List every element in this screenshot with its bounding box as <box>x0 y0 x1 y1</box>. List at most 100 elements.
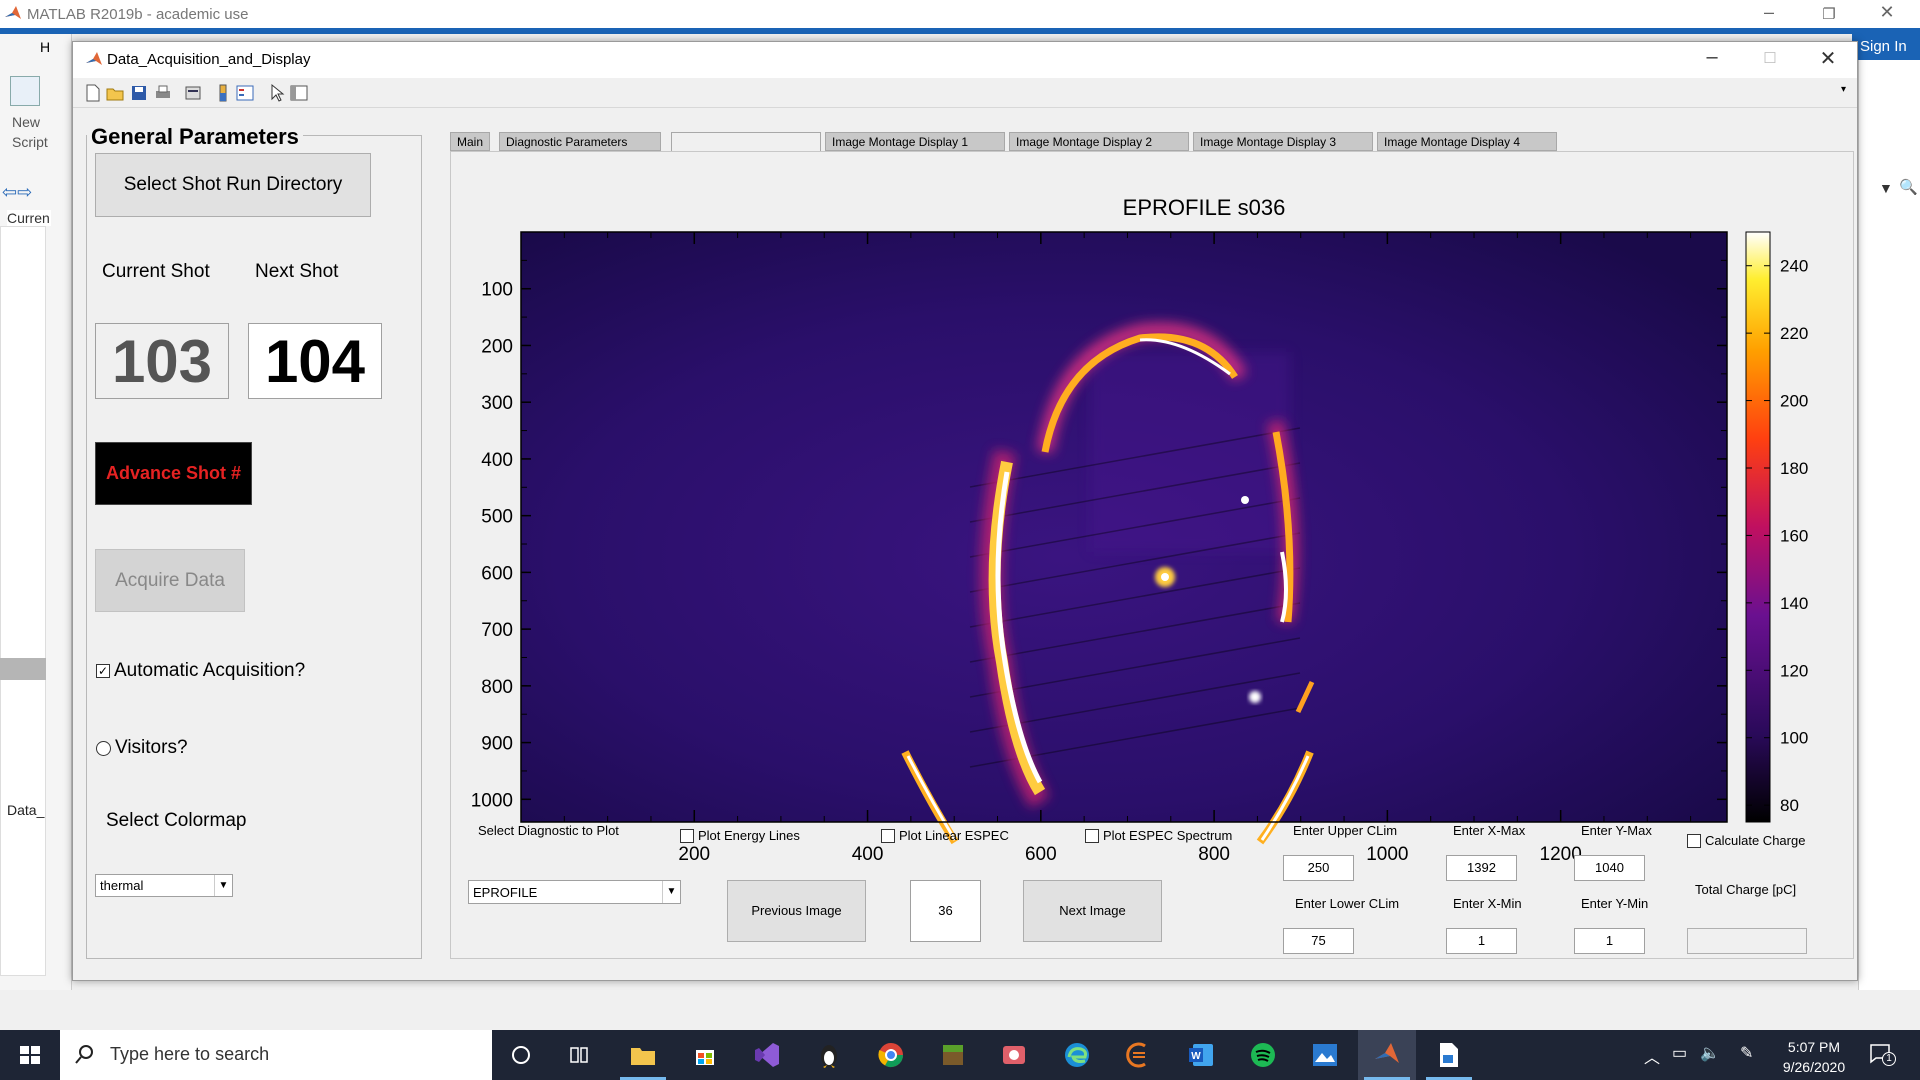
chevron-down-icon[interactable]: ▼ <box>214 875 232 896</box>
document-viewer-icon[interactable] <box>1420 1030 1478 1080</box>
xmax-field[interactable]: 1392 <box>1446 855 1517 881</box>
plot-linear-espec-label: Plot Linear ESPEC <box>899 828 1009 843</box>
spotify-icon[interactable] <box>1234 1030 1292 1080</box>
notification-icon[interactable]: 1 <box>1868 1042 1896 1066</box>
pointer-icon[interactable] <box>267 83 287 103</box>
colormap-dropdown[interactable]: thermal ▼ <box>95 874 233 897</box>
plot-energy-lines-checkbox[interactable]: Plot Energy Lines <box>680 828 800 843</box>
minimize-icon[interactable]: – <box>1689 46 1735 69</box>
insert-legend-icon[interactable] <box>235 83 255 103</box>
minecraft-icon[interactable] <box>924 1030 982 1080</box>
tab-image-montage-4[interactable]: Image Montage Display 4 <box>1377 132 1557 151</box>
colorbar-tick-label: 80 <box>1780 796 1799 815</box>
link-plot-icon[interactable] <box>183 83 203 103</box>
checkbox-box[interactable] <box>881 828 895 843</box>
y-tick-label: 900 <box>481 734 513 755</box>
acquire-data-button[interactable]: Acquire Data <box>95 549 245 612</box>
tab-diagnostic-parameters[interactable]: Diagnostic Parameters <box>499 132 661 151</box>
dropdown-arrow-icon[interactable]: ▼ <box>1879 180 1893 196</box>
property-inspector-icon[interactable] <box>289 83 309 103</box>
ymax-field[interactable]: 1040 <box>1574 855 1645 881</box>
edge-icon[interactable] <box>1048 1030 1106 1080</box>
pane-divider[interactable] <box>0 658 46 680</box>
file-explorer-icon[interactable] <box>614 1030 672 1080</box>
task-view-icon[interactable] <box>550 1030 608 1080</box>
store-icon[interactable] <box>676 1030 734 1080</box>
screen-snip-icon[interactable] <box>986 1030 1044 1080</box>
minimize-icon[interactable]: – <box>1746 2 1792 23</box>
sign-in-button[interactable]: Sign In <box>1852 34 1920 62</box>
file-item[interactable]: Data_ <box>7 802 44 818</box>
taskbar-search-box[interactable]: Type here to search <box>60 1030 492 1080</box>
restore-icon[interactable]: ❐ <box>1806 5 1852 23</box>
windows-taskbar: Type here to search W ︿ ▭ 🔈 ✎ 5:07 PM 9/… <box>0 1030 1920 1080</box>
visual-studio-icon[interactable] <box>738 1030 796 1080</box>
volume-icon[interactable]: 🔈 <box>1700 1043 1720 1063</box>
close-icon[interactable]: ✕ <box>1805 46 1851 71</box>
chevron-down-icon[interactable]: ▼ <box>662 881 680 903</box>
figure-toolbar: ▾ <box>73 78 1857 108</box>
select-shot-run-directory-button[interactable]: Select Shot Run Directory <box>95 153 371 217</box>
checkbox-box[interactable] <box>1687 833 1701 848</box>
diagnostic-dropdown[interactable]: EPROFILE ▼ <box>468 880 681 904</box>
xmin-field[interactable]: 1 <box>1446 928 1517 954</box>
automatic-acquisition-checkbox[interactable]: ✓ Automatic Acquisition? <box>96 660 305 682</box>
show-hidden-icons-icon[interactable]: ︿ <box>1644 1044 1660 1068</box>
maximize-icon[interactable]: ☐ <box>1747 49 1793 67</box>
checkbox-box[interactable]: ✓ <box>96 664 110 678</box>
eprofile-plot[interactable]: EPROFILE s036 10020030040050060070080090… <box>450 152 1854 872</box>
new-script-label[interactable]: New Script <box>12 112 48 152</box>
advance-shot-button[interactable]: Advance Shot # <box>95 442 252 505</box>
colormap-value: thermal <box>100 878 144 893</box>
plot-linear-espec-checkbox[interactable]: Plot Linear ESPEC <box>881 828 1009 843</box>
word-icon[interactable]: W <box>1172 1030 1230 1080</box>
matlab-taskbar-icon[interactable] <box>1358 1030 1416 1080</box>
toolbar-overflow-icon[interactable]: ▾ <box>1841 84 1846 95</box>
tab-active[interactable] <box>671 132 821 151</box>
y-tick-label: 200 <box>481 336 513 357</box>
matlab-left-pane: H New Script ⇦⇨ Curren Data_ <box>0 34 72 994</box>
battery-icon[interactable]: ▭ <box>1672 1043 1687 1063</box>
checkbox-box[interactable] <box>1085 828 1099 843</box>
checkbox-box[interactable] <box>680 828 694 843</box>
photos-icon[interactable] <box>1296 1030 1354 1080</box>
taskbar-clock[interactable]: 5:07 PM 9/26/2020 <box>1776 1037 1852 1077</box>
ymin-field[interactable]: 1 <box>1574 928 1645 954</box>
tab-image-montage-2[interactable]: Image Montage Display 2 <box>1009 132 1189 151</box>
chrome-icon[interactable] <box>862 1030 920 1080</box>
tab-image-montage-1[interactable]: Image Montage Display 1 <box>825 132 1005 151</box>
clock-date: 9/26/2020 <box>1782 1059 1846 1075</box>
open-file-icon[interactable] <box>105 83 125 103</box>
matlab-title-bar: MATLAB R2019b - academic use – ❐ ✕ <box>0 0 1920 28</box>
back-arrow-icon[interactable]: ⇦⇨ <box>2 182 32 203</box>
previous-image-button[interactable]: Previous Image <box>727 880 866 942</box>
search-icon[interactable]: 🔍 <box>1899 178 1918 196</box>
lower-clim-field[interactable]: 75 <box>1283 928 1354 954</box>
colorbar[interactable] <box>1745 231 1771 823</box>
y-tick-label: 300 <box>481 393 513 414</box>
home-tab[interactable]: H <box>40 39 50 55</box>
print-icon[interactable] <box>153 83 173 103</box>
plot-espec-spectrum-checkbox[interactable]: Plot ESPEC Spectrum <box>1085 828 1232 843</box>
tab-image-montage-3[interactable]: Image Montage Display 3 <box>1193 132 1373 151</box>
windows-start-icon[interactable] <box>0 1030 60 1080</box>
visitors-radio[interactable]: Visitors? <box>96 737 188 759</box>
calculate-charge-checkbox[interactable]: Calculate Charge <box>1687 833 1805 848</box>
image-number-field[interactable]: 36 <box>910 880 981 942</box>
x-tick-label: 400 <box>852 844 884 865</box>
next-image-button[interactable]: Next Image <box>1023 880 1162 942</box>
pen-icon[interactable]: ✎ <box>1740 1043 1753 1063</box>
insert-colorbar-icon[interactable] <box>213 83 233 103</box>
radio-button[interactable] <box>96 740 111 756</box>
new-script-icon[interactable] <box>10 76 40 106</box>
colorbar-tick-label: 200 <box>1780 392 1808 411</box>
cortana-icon[interactable] <box>492 1030 550 1080</box>
tab-main[interactable]: Main <box>450 132 491 151</box>
new-figure-icon[interactable] <box>83 83 103 103</box>
eclipse-icon[interactable] <box>1110 1030 1168 1080</box>
save-icon[interactable] <box>129 83 149 103</box>
upper-clim-field[interactable]: 250 <box>1283 855 1354 881</box>
ymax-label: Enter Y-Max <box>1581 823 1652 838</box>
close-icon[interactable]: ✕ <box>1864 2 1910 23</box>
linux-penguin-icon[interactable] <box>800 1030 858 1080</box>
